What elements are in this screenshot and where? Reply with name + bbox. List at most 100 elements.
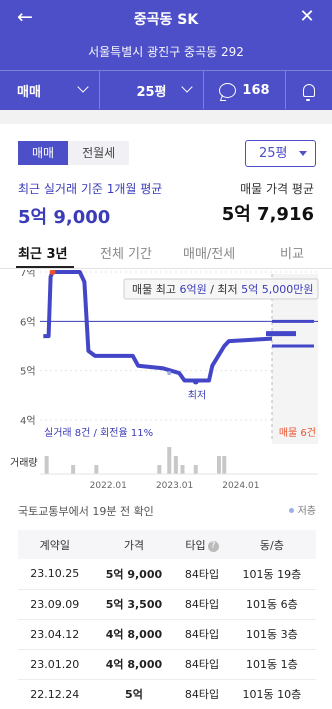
triangle-down-icon [299,151,307,156]
volume-bars [40,447,318,475]
volume-bar [216,456,221,474]
tab-recent-3y[interactable]: 최근 3년 [18,243,67,262]
cell-type: 84타입 [176,619,228,650]
table-row[interactable]: 23.10.25 5억 9,000 84타입 101동 19층 [18,559,316,590]
table-row[interactable]: 23.09.09 5억 3,500 84타입 101동 6층 [18,589,316,620]
volume-bar [173,456,178,474]
recent-avg-value: 5억 9,000 [18,207,111,228]
section-divider [0,110,332,124]
page-title: 중곡동 SK [133,12,199,28]
active-tab-underline [16,266,74,268]
min-label: 최저 [188,390,206,402]
cell-dong-floor: 101동 10층 [227,679,316,709]
volume-label: 거래량 [10,457,38,469]
comments-button[interactable]: 168 [204,71,286,109]
speech-bubble-icon [219,82,237,98]
legend-label: 저층 [297,506,316,517]
y-tick-label: 5억 [20,366,36,378]
chevron-down-icon [181,81,193,93]
tab-all-period[interactable]: 전체 기간 [100,243,152,262]
volume-bar [167,447,172,474]
table-header-row: 계약일 가격 타입? 동/층 [18,530,316,559]
y-tick-label: 7억 [20,270,36,279]
col-dong-floor: 동/층 [227,530,316,559]
transaction-table: 계약일 가격 타입? 동/층 23.10.25 5억 9,000 84타입 101동 … [18,530,316,709]
tooltip-high: 6억원 [179,283,206,296]
comment-count: 168 [242,82,270,98]
cell-type: 84타입 [176,589,228,620]
x-tick-label: 2023.01 [156,481,193,491]
cell-type: 84타입 [176,559,228,590]
cell-date: 23.10.25 [18,559,92,590]
chart-footer-left: 실거래 8건 / 회전율 11% [44,427,153,439]
cell-date: 23.09.09 [18,589,92,620]
recent-avg-label: 최근 실거래 기준 1개월 평균 [18,182,163,196]
cell-dong-floor: 101동 19층 [227,559,316,590]
price-chart[interactable]: 7억6억5억4억 최고최저 매물 최고 6억원 / 최저 5억 5,000만원 … [0,270,332,492]
x-tick-label: 2024.01 [222,481,259,491]
table-row[interactable]: 22.12.24 5억 84타입 101동 10층 [18,679,316,709]
chevron-down-icon [77,81,89,93]
size-select-value: 25평 [259,146,288,161]
tooltip-prefix: 매물 최고 [132,283,179,296]
volume-bar [71,465,76,474]
tab-sale[interactable]: 매매 [18,141,69,165]
x-axis-ticks: 2022.01 2023.01 2024.01 [90,481,260,491]
cell-price: 4억 8,000 [91,649,177,680]
cell-type: 84타입 [176,649,228,680]
size-select[interactable]: 25평 [245,140,316,167]
cell-dong-floor: 101동 3층 [227,619,316,650]
address-text: 서울특별시 광진구 중곡동 292 [88,45,244,59]
cell-price: 5억 9,000 [91,559,177,590]
volume-bar [193,465,198,474]
filter-bar: 매매 25평 168 [0,70,332,109]
col-date: 계약일 [18,530,92,559]
volume-bar [180,465,185,474]
x-tick-label: 2022.01 [90,481,127,491]
volume-bar [44,456,49,474]
trade-type-label: 매매 [17,84,41,100]
tab-rent[interactable]: 전월세 [68,141,130,165]
trade-type-toggle: 매매 전월세 [18,141,130,165]
cell-price: 5억 3,500 [91,589,177,620]
close-icon[interactable]: ✕ [296,6,318,28]
table-row[interactable]: 23.04.12 4억 8,000 84타입 101동 3층 [18,619,316,650]
col-type[interactable]: 타입? [176,530,228,559]
size-label: 25평 [136,84,167,100]
price-tooltip-text: 매물 최고 6억원 / 최저 5억 5,000만원 [132,283,314,296]
dot-icon [288,508,294,513]
cell-date: 23.01.20 [18,649,92,680]
tooltip-mid: / 최저 [207,283,241,296]
period-tabs: 최근 3년 전체 기간 매매/전세 비교 [0,235,332,269]
tab-sale-jeonse[interactable]: 매매/전세 [183,243,235,262]
cell-price: 5억 [91,679,177,709]
question-circle-icon[interactable]: ? [207,540,219,552]
asking-avg-value: 5억 7,916 [221,204,314,225]
data-source-note: 국토교통부에서 19분 전 확인 [18,505,154,518]
asking-avg-label: 매물 가격 평균 [240,182,314,196]
cell-date: 22.12.24 [18,679,92,709]
volume-bar [157,465,162,474]
cell-dong-floor: 101동 1층 [227,649,316,680]
cell-type: 84타입 [176,679,228,709]
volume-bar [222,456,227,474]
table-row[interactable]: 23.01.20 4억 8,000 84타입 101동 1층 [18,649,316,680]
cell-price: 4억 8,000 [91,619,177,650]
cell-date: 23.04.12 [18,619,92,650]
size-dropdown[interactable]: 25평 [100,71,204,109]
y-axis-ticks: 7억 6억 5억 4억 [20,270,36,427]
trade-type-dropdown[interactable]: 매매 [0,71,100,109]
tooltip-low: 5억 5,000만원 [241,283,313,296]
tab-compare[interactable]: 비교 [280,243,304,262]
y-tick-label: 6억 [20,316,36,328]
col-type-label: 타입 [185,538,206,552]
min-point [192,378,199,385]
chart-footer-right: 매물 6건 [279,427,316,439]
low-floor-point [167,371,172,376]
y-tick-label: 4억 [20,415,36,427]
cell-dong-floor: 101동 6층 [227,589,316,620]
bell-icon [303,83,315,101]
alarm-button[interactable] [286,71,332,109]
col-price: 가격 [91,530,177,559]
app-header: ← 중곡동 SK ✕ 서울특별시 광진구 중곡동 292 매매 25평 168 [0,0,332,110]
